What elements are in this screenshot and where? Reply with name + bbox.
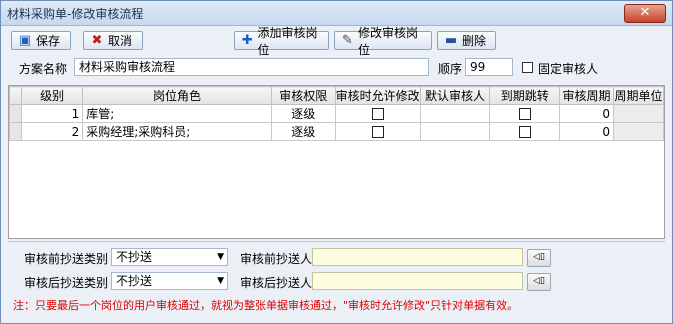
level-cell[interactable]: 1 — [20, 104, 84, 123]
unit-cell[interactable] — [612, 104, 665, 123]
close-icon: ✕ — [639, 5, 651, 20]
pre-copy-type-select[interactable]: 不抄送 ▼ — [111, 248, 228, 266]
post-copy-person-picker-button[interactable]: ◁▯ — [527, 273, 551, 291]
expire-jump-checkbox[interactable] — [518, 108, 531, 120]
column-header[interactable]: 默认审核人 — [419, 86, 491, 105]
note-text: 注：只要最后一个岗位的用户审核通过，就视为整张单据审核通过，"审核时允许修改"只… — [13, 299, 519, 312]
role-cell[interactable]: 库管; — [82, 104, 272, 123]
column-header[interactable]: 周期单位 — [612, 86, 665, 105]
column-header[interactable]: 审核时允许修改 — [334, 86, 421, 105]
post-copy-type-select[interactable]: 不抄送 ▼ — [111, 272, 228, 290]
order-input[interactable]: 99 — [465, 58, 513, 76]
chevron-down-icon: ▼ — [217, 276, 224, 286]
approval-positions-grid[interactable]: 级别 岗位角色 审核权限 审核时允许修改 默认审核人 到期跳转 审核周期 周期单… — [8, 85, 665, 239]
edit-document-icon: ✎ — [342, 33, 353, 48]
floppy-disk-icon: ▣ — [18, 33, 32, 48]
picker-icon: ◁▯ — [533, 276, 545, 286]
allow-edit-checkbox[interactable] — [371, 108, 384, 120]
unit-cell[interactable] — [612, 122, 665, 141]
table-row[interactable]: 1 库管; 逐级 0 — [9, 104, 665, 123]
column-header[interactable]: 岗位角色 — [82, 86, 272, 105]
edit-position-button[interactable]: ✎ 修改审核岗位 — [334, 26, 432, 57]
window-title: 材料采购单-修改审核流程 — [7, 7, 144, 21]
edit-approval-flow-window: 材料采购单-修改审核流程 ✕ ▣ 保存 ✖ 取消 ✚ 添加审核岗位 ✎ 修改审核… — [0, 0, 673, 324]
row-indicator[interactable] — [9, 122, 22, 141]
post-copy-type-label: 审核后抄送类别 — [24, 276, 109, 290]
delete-button-label: 删除 — [462, 34, 487, 48]
allow-edit-cell[interactable] — [334, 104, 421, 123]
picker-icon: ◁▯ — [533, 252, 545, 262]
save-button[interactable]: ▣ 保存 — [11, 31, 71, 50]
table-header-row: 级别 岗位角色 审核权限 审核时允许修改 默认审核人 到期跳转 审核周期 周期单… — [9, 86, 665, 105]
plan-name-input[interactable]: 材料采购审核流程 — [74, 58, 429, 76]
edit-position-button-label: 修改审核岗位 — [358, 25, 419, 57]
close-button[interactable]: ✕ — [624, 4, 666, 23]
save-button-label: 保存 — [36, 34, 61, 48]
fixed-reviewer-checkbox[interactable] — [522, 62, 533, 73]
delete-button[interactable]: ▬ 删除 — [437, 31, 496, 50]
cancel-button[interactable]: ✖ 取消 — [83, 31, 143, 50]
add-position-button[interactable]: ✚ 添加审核岗位 — [234, 26, 329, 57]
divider — [8, 241, 665, 242]
pre-copy-type-value: 不抄送 — [116, 250, 153, 264]
expire-jump-checkbox[interactable] — [518, 126, 531, 138]
pre-copy-type-label: 审核前抄送类别 — [24, 252, 109, 266]
column-header[interactable]: 级别 — [20, 86, 84, 105]
title-bar: 材料采购单-修改审核流程 ✕ — [1, 1, 672, 26]
column-header[interactable]: 审核周期 — [559, 86, 614, 105]
pre-copy-person-input[interactable] — [312, 248, 523, 266]
cancel-button-label: 取消 — [108, 34, 133, 48]
fixed-reviewer-label: 固定审核人 — [538, 62, 599, 76]
cycle-cell[interactable]: 0 — [559, 104, 614, 123]
expire-jump-cell[interactable] — [489, 122, 561, 141]
default-reviewer-cell[interactable] — [419, 122, 491, 141]
permission-cell[interactable]: 逐级 — [270, 104, 336, 123]
x-icon: ✖ — [91, 33, 103, 48]
row-indicator[interactable] — [9, 104, 22, 123]
allow-edit-cell[interactable] — [334, 122, 421, 141]
post-copy-type-value: 不抄送 — [116, 274, 153, 288]
cycle-cell[interactable]: 0 — [559, 122, 614, 141]
allow-edit-checkbox[interactable] — [371, 126, 384, 138]
pre-copy-person-label: 审核前抄送人 — [240, 252, 313, 266]
plus-icon: ✚ — [241, 33, 253, 48]
permission-cell[interactable]: 逐级 — [270, 122, 336, 141]
post-copy-person-input[interactable] — [312, 272, 523, 290]
column-header[interactable]: 审核权限 — [270, 86, 336, 105]
plan-name-label: 方案名称 — [19, 62, 68, 76]
default-reviewer-cell[interactable] — [419, 104, 491, 123]
order-label: 顺序 — [438, 62, 463, 76]
table-row[interactable]: 2 采购经理;采购科员; 逐级 0 — [9, 122, 665, 141]
post-copy-person-label: 审核后抄送人 — [240, 276, 313, 290]
expire-jump-cell[interactable] — [489, 104, 561, 123]
role-cell[interactable]: 采购经理;采购科员; — [82, 122, 272, 141]
column-header[interactable]: 到期跳转 — [489, 86, 561, 105]
minus-icon: ▬ — [444, 33, 458, 48]
positions-table: 级别 岗位角色 审核权限 审核时允许修改 默认审核人 到期跳转 审核周期 周期单… — [9, 86, 665, 141]
pre-copy-person-picker-button[interactable]: ◁▯ — [527, 249, 551, 267]
row-indicator-header — [9, 86, 22, 105]
chevron-down-icon: ▼ — [217, 252, 224, 262]
level-cell[interactable]: 2 — [20, 122, 84, 141]
add-position-button-label: 添加审核岗位 — [257, 25, 318, 57]
